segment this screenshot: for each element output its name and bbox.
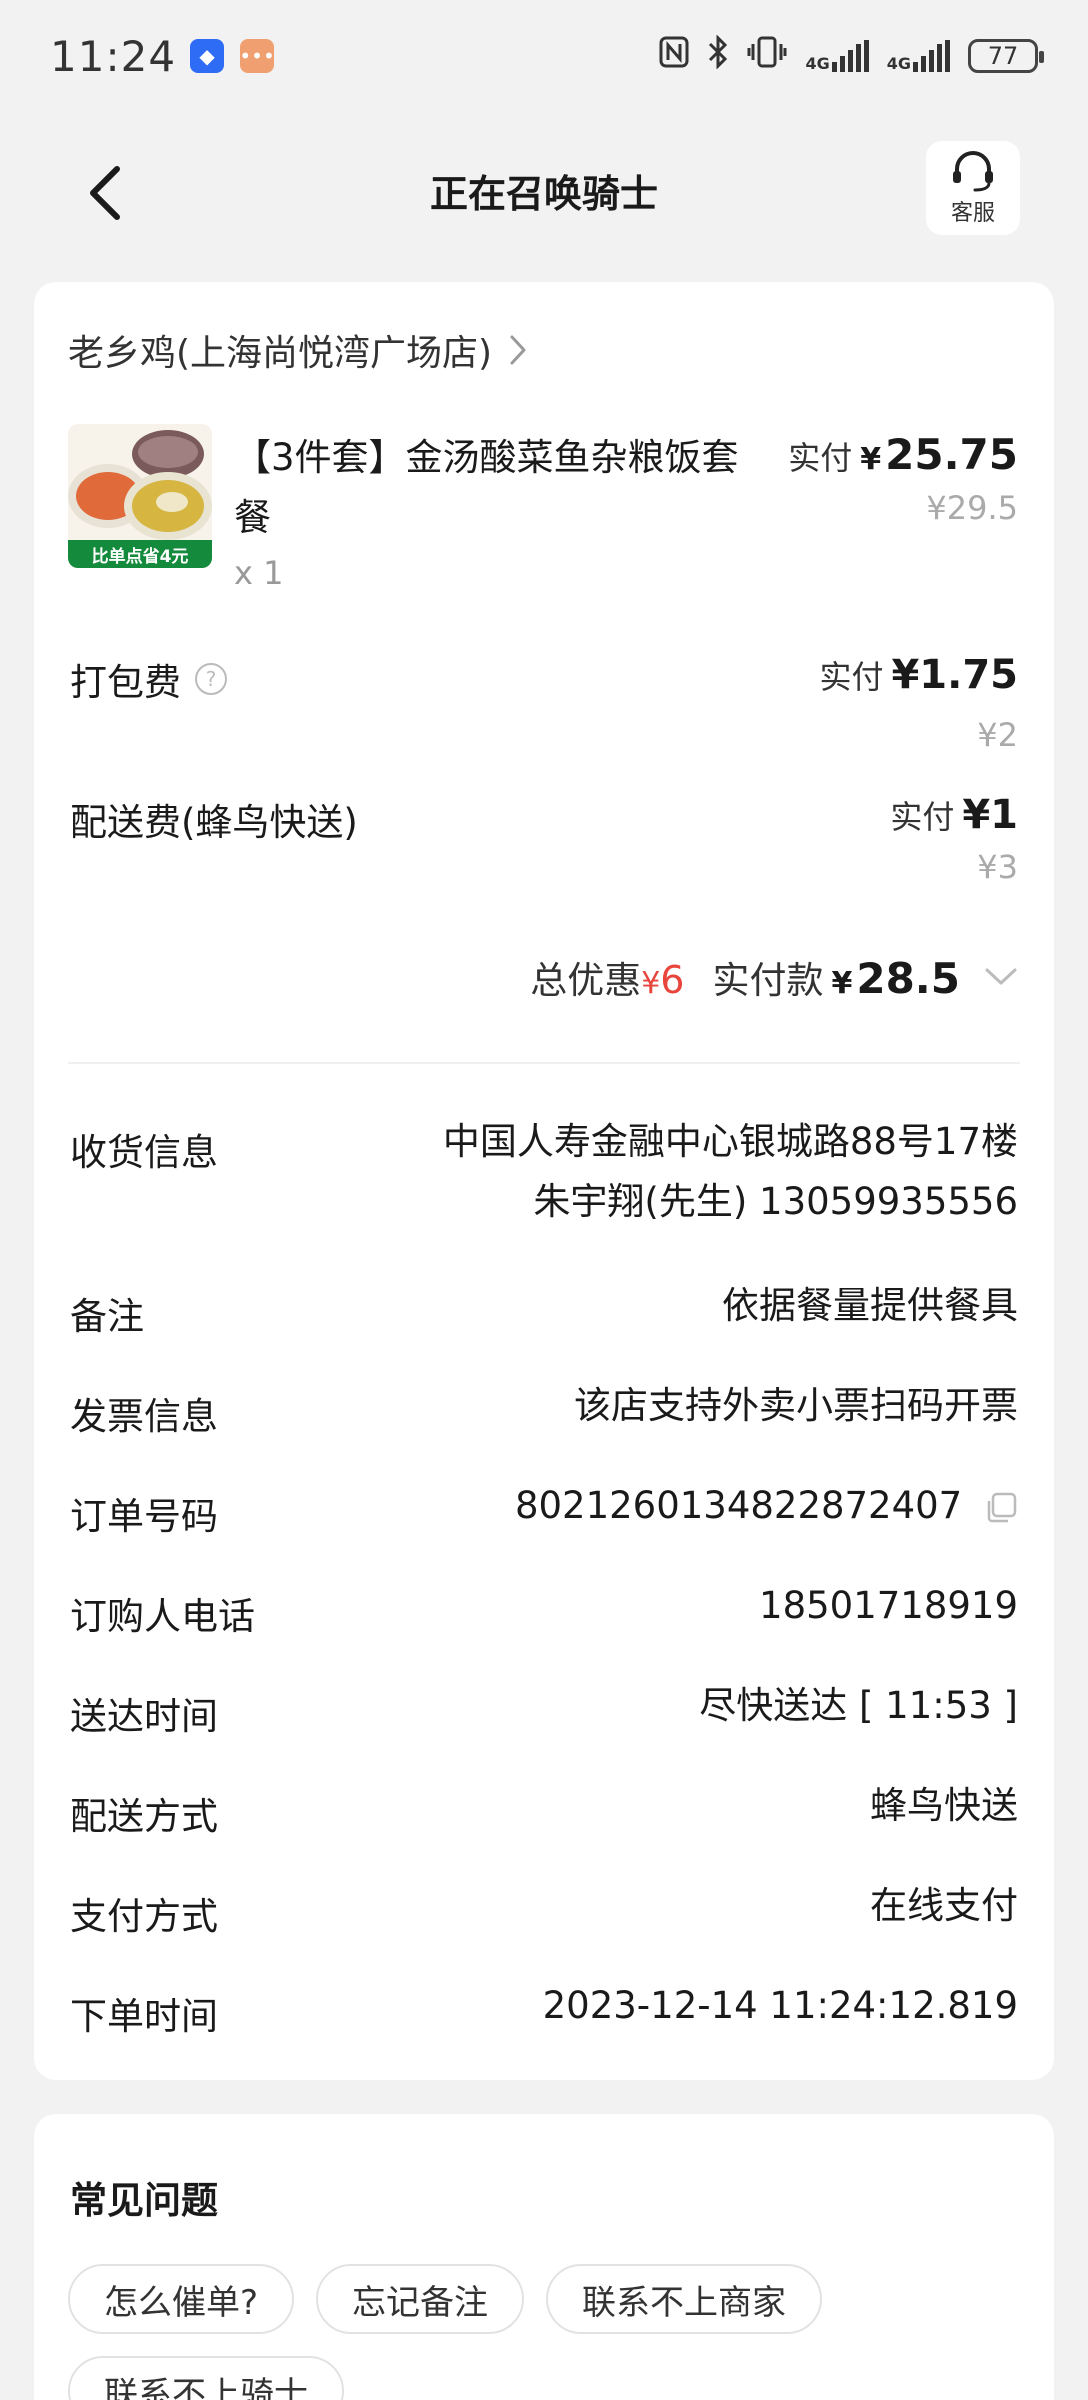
invoice-value: 该店支持外卖小票扫码开票: [574, 1384, 1018, 1427]
packing-fee-row: 打包费 ? 实付 ¥1.75 ¥2: [70, 652, 1018, 792]
status-indicators: 4G 4G 77: [659, 34, 1044, 77]
delivery-fee-label: 配送费(蜂鸟快送): [70, 801, 358, 844]
paid-label: 实付: [890, 798, 955, 836]
payment-method-label: 支付方式: [70, 1895, 218, 1938]
delivery-method-row: 配送方式 蜂鸟快送: [70, 1784, 1018, 1846]
store-link[interactable]: 老乡鸡(上海尚悦湾广场店): [68, 324, 528, 376]
delivery-time-value: 尽快送达 [ 11:53 ]: [699, 1684, 1018, 1727]
order-total-row[interactable]: 总优惠 ¥ 6 实付款 ¥ 28.5: [530, 950, 1018, 1004]
remark-label: 备注: [70, 1295, 144, 1338]
product-image[interactable]: 比单点省4元: [68, 424, 212, 568]
bluetooth-icon: [707, 34, 729, 77]
divider: [68, 1062, 1020, 1064]
headset-icon: [953, 151, 993, 192]
paid-amount: ¥1.75: [891, 652, 1018, 698]
remark-value: 依据餐量提供餐具: [722, 1284, 1018, 1327]
original-price: ¥29.5: [926, 489, 1018, 527]
faq-chip-cannot-reach-store[interactable]: 联系不上商家: [546, 2264, 823, 2334]
product-badge: 比单点省4元: [68, 540, 212, 568]
nfc-icon: [659, 36, 689, 76]
delivery-method-value: 蜂鸟快送: [870, 1784, 1018, 1827]
faq-chip-forgot-remark[interactable]: 忘记备注: [316, 2264, 525, 2334]
original-price: ¥3: [977, 848, 1018, 886]
order-number-value: 8021260134822872407: [515, 1476, 1018, 1536]
order-detail-card: 老乡鸡(上海尚悦湾广场店) 比单点省4元 【3件套】金汤酸菜鱼杂粮饭套餐 x 1…: [34, 282, 1054, 2080]
paid-amount: 25.75: [885, 430, 1018, 479]
network-type-label: 4G: [805, 54, 830, 73]
delivery-method-label: 配送方式: [70, 1795, 218, 1838]
paid-amount: ¥1: [962, 792, 1018, 838]
order-time-label: 下单时间: [70, 1995, 218, 2038]
order-time-value: 2023-12-14 11:24:12.819: [542, 1984, 1018, 2027]
discount-value: 6: [660, 958, 685, 1002]
paid-label: 实付: [788, 439, 853, 477]
product-quantity: x 1: [234, 554, 284, 592]
faq-card: 常见问题 怎么催单? 忘记备注 联系不上商家 联系不上骑士: [34, 2114, 1054, 2400]
remark-row: 备注 依据餐量提供餐具: [70, 1284, 1018, 1346]
page-title: 正在召唤骑士: [429, 171, 658, 216]
faq-chips: 怎么催单? 忘记备注 联系不上商家 联系不上骑士: [68, 2264, 1020, 2400]
payment-method-value: 在线支付: [870, 1884, 1018, 1927]
address-label: 收货信息: [70, 1131, 218, 1174]
chevron-left-icon: [90, 166, 120, 220]
delivery-time-label: 送达时间: [70, 1695, 218, 1738]
address-line: 中国人寿金融中心银城路88号17楼: [442, 1120, 1018, 1163]
delivery-fee-row: 配送费(蜂鸟快送) 实付 ¥1 ¥3: [70, 792, 1018, 912]
product-name: 【3件套】金汤酸菜鱼杂粮饭套餐: [234, 436, 739, 539]
buyer-phone-label: 订购人电话: [70, 1595, 255, 1638]
order-number-label: 订单号码: [70, 1495, 218, 1538]
faq-title: 常见问题: [70, 2179, 218, 2222]
invoice-label: 发票信息: [70, 1395, 218, 1438]
delivery-time-row: 送达时间 尽快送达 [ 11:53 ]: [70, 1684, 1018, 1746]
currency-symbol: ¥: [860, 442, 882, 477]
customer-service-label: 客服: [950, 201, 995, 226]
faq-chip-urge-order[interactable]: 怎么催单?: [68, 2264, 295, 2334]
status-time: 11:24: [50, 31, 177, 81]
address-row: 收货信息 中国人寿金融中心银城路88号17楼 朱宇翔(先生) 130599355…: [70, 1120, 1018, 1252]
order-number: 8021260134822872407: [514, 1484, 963, 1527]
original-price: ¥2: [977, 716, 1018, 754]
chevron-right-icon: [510, 335, 526, 365]
discount-currency: ¥: [641, 966, 661, 1001]
status-bar: 11:24 ◆ ••• 4G 4G 77: [0, 0, 1088, 112]
recipient-line: 朱宇翔(先生) 13059935556: [533, 1180, 1018, 1223]
battery-icon: 77: [968, 39, 1044, 73]
question-icon[interactable]: ?: [195, 663, 227, 695]
app-notification-icon: ◆: [190, 39, 225, 73]
payment-method-row: 支付方式 在线支付: [70, 1884, 1018, 1946]
packing-fee-label: 打包费: [70, 661, 181, 704]
store-name: 老乡鸡(上海尚悦湾广场店): [68, 333, 493, 374]
paid-label: 实付: [819, 658, 884, 696]
buyer-phone-row: 订购人电话 18501718919: [70, 1584, 1018, 1646]
currency-symbol: ¥: [831, 966, 853, 1001]
discount-label: 总优惠: [530, 959, 642, 1002]
order-time-row: 下单时间 2023-12-14 11:24:12.819: [70, 1984, 1018, 2046]
vibrate-icon: [747, 35, 787, 77]
customer-service-button[interactable]: 客服: [926, 141, 1020, 235]
signal-icon: 4G: [805, 40, 869, 73]
buyer-phone-value: 18501718919: [759, 1584, 1018, 1627]
total-amount: 28.5: [856, 954, 960, 1003]
nav-bar: 正在召唤骑士 客服: [0, 130, 1088, 250]
message-notification-icon: •••: [239, 39, 275, 73]
total-label: 实付款: [712, 959, 824, 1002]
chevron-down-icon[interactable]: [984, 967, 1018, 987]
signal-icon: 4G: [887, 40, 950, 72]
back-button[interactable]: [70, 158, 140, 228]
invoice-row: 发票信息 该店支持外卖小票扫码开票: [70, 1384, 1018, 1446]
product-price: 实付 ¥ 25.75 ¥29.5: [788, 430, 1018, 527]
copy-icon[interactable]: [984, 1491, 1018, 1525]
order-number-row: 订单号码 8021260134822872407: [70, 1484, 1018, 1546]
faq-chip-cannot-reach-rider[interactable]: 联系不上骑士: [68, 2356, 344, 2400]
network-type-label: 4G: [886, 54, 911, 73]
